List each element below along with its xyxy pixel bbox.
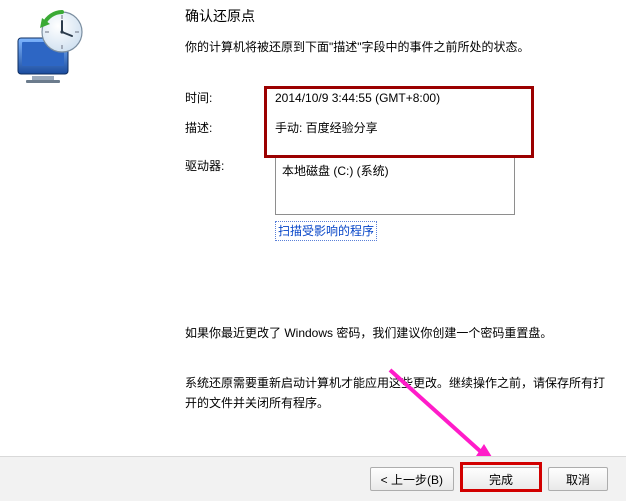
- restart-warning-text: 系统还原需要重新启动计算机才能应用这些更改。继续操作之前，请保存所有打开的文件并…: [185, 373, 616, 413]
- desc-label: 描述:: [185, 119, 275, 137]
- drives-label: 驱动器:: [185, 157, 275, 175]
- back-button[interactable]: < 上一步(B): [370, 467, 454, 491]
- intro-text: 你的计算机将被还原到下面"描述"字段中的事件之前所处的状态。: [185, 38, 616, 55]
- finish-button[interactable]: 完成: [462, 467, 540, 491]
- page-title: 确认还原点: [185, 6, 616, 26]
- cancel-button[interactable]: 取消: [548, 467, 608, 491]
- time-label: 时间:: [185, 89, 275, 107]
- drives-list: 本地磁盘 (C:) (系统): [275, 157, 515, 215]
- wizard-footer: < 上一步(B) 完成 取消: [0, 456, 626, 501]
- password-advice-text: 如果你最近更改了 Windows 密码，我们建议你创建一个密码重置盘。: [185, 323, 616, 343]
- desc-value: 手动: 百度经验分享: [275, 119, 378, 137]
- system-restore-icon: [12, 10, 92, 90]
- drive-entry: 本地磁盘 (C:) (系统): [282, 164, 389, 178]
- time-value: 2014/10/9 3:44:55 (GMT+8:00): [275, 89, 440, 107]
- scan-affected-programs-link[interactable]: 扫描受影响的程序: [275, 221, 377, 241]
